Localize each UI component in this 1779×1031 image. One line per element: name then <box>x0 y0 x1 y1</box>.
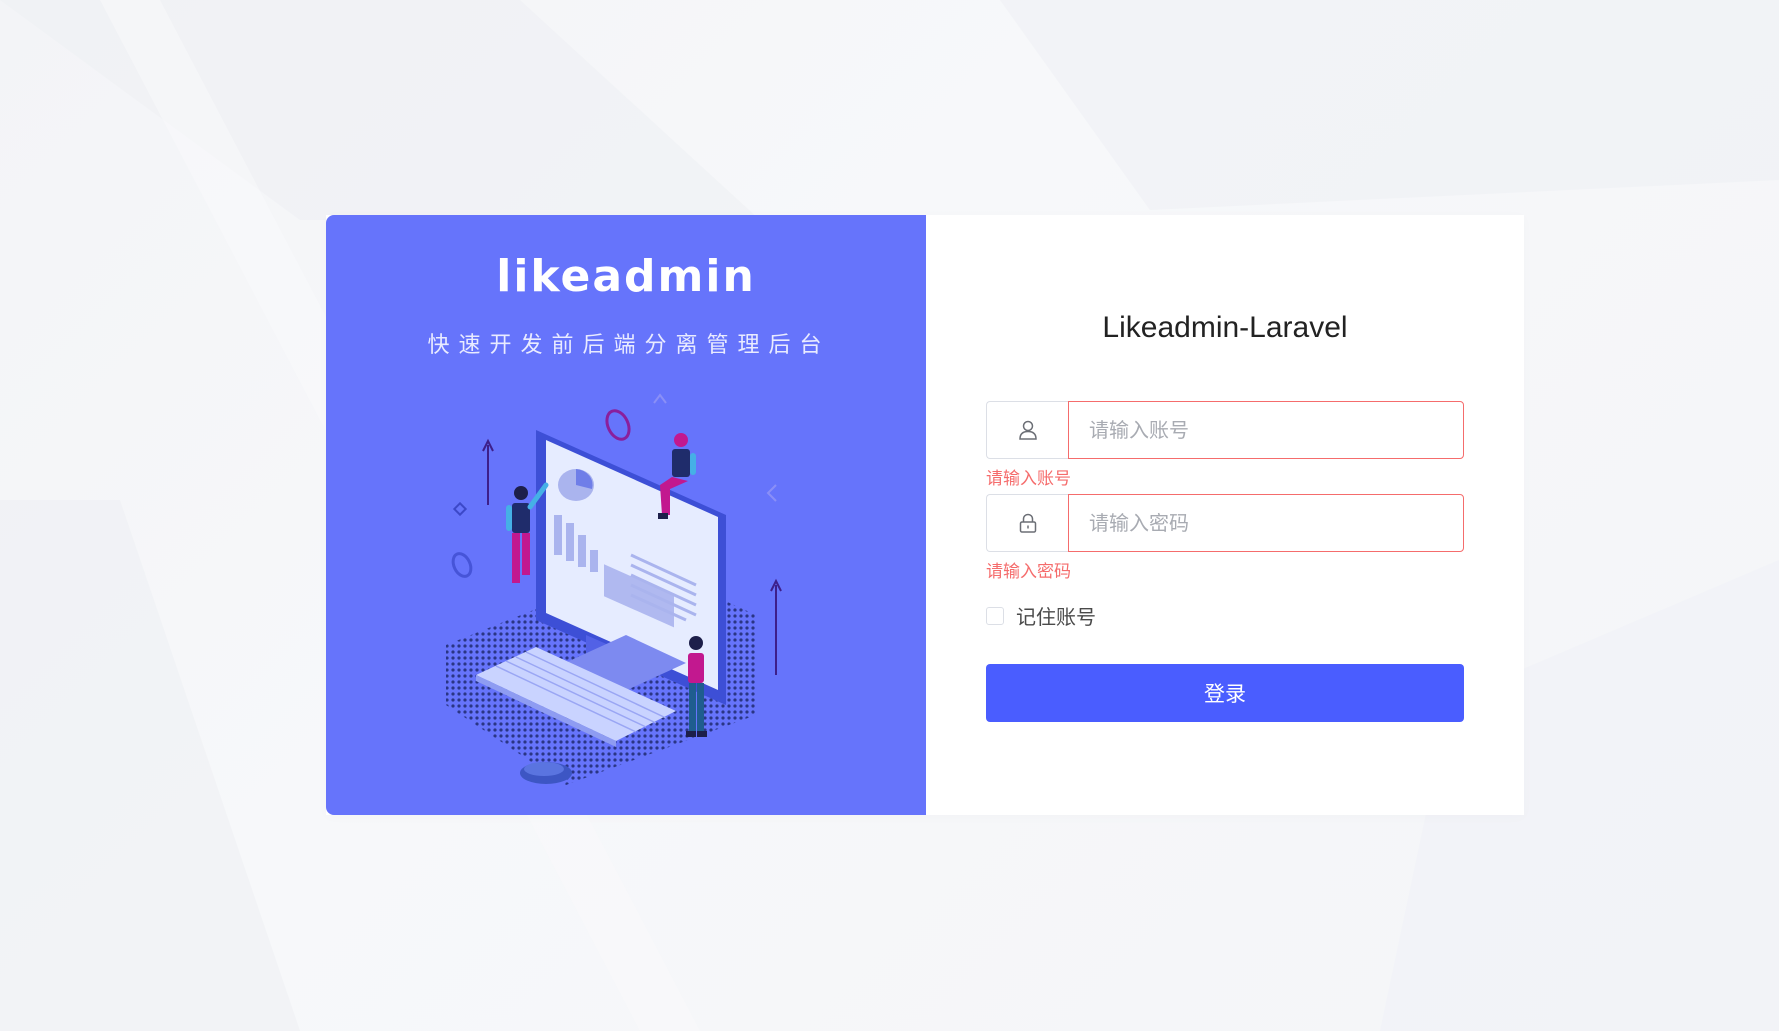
account-input[interactable] <box>1068 401 1464 459</box>
login-button[interactable]: 登录 <box>986 664 1464 722</box>
brand-logo: likeadmin <box>496 251 756 302</box>
remember-account[interactable]: 记住账号 <box>986 601 1096 630</box>
password-input[interactable] <box>1068 494 1464 552</box>
password-error: 请输入密码 <box>986 562 1071 582</box>
account-prefix <box>986 401 1068 459</box>
password-field <box>986 494 1464 552</box>
remember-checkbox[interactable] <box>986 606 1004 625</box>
lock-icon <box>1019 513 1036 533</box>
account-error: 请输入账号 <box>986 469 1071 489</box>
password-prefix <box>986 494 1068 552</box>
account-field <box>986 401 1464 459</box>
user-icon <box>1018 420 1037 440</box>
login-card: likeadmin 快速开发前后端分离管理后台 Likeadmin-Larave… <box>326 215 1524 815</box>
remember-label: 记住账号 <box>1016 605 1096 629</box>
form-title: Likeadmin-Laravel <box>1102 311 1348 344</box>
login-page: likeadmin 快速开发前后端分离管理后台 Likeadmin-Larave… <box>0 0 1779 1031</box>
brand-tagline: 快速开发前后端分离管理后台 <box>427 333 831 358</box>
brand-panel: likeadmin 快速开发前后端分离管理后台 <box>326 215 926 815</box>
login-form-panel: Likeadmin-Laravel 请输入账号 请输入账号 请输入密码 记住账号… <box>926 215 1524 815</box>
dashboard-illustration <box>446 393 782 785</box>
